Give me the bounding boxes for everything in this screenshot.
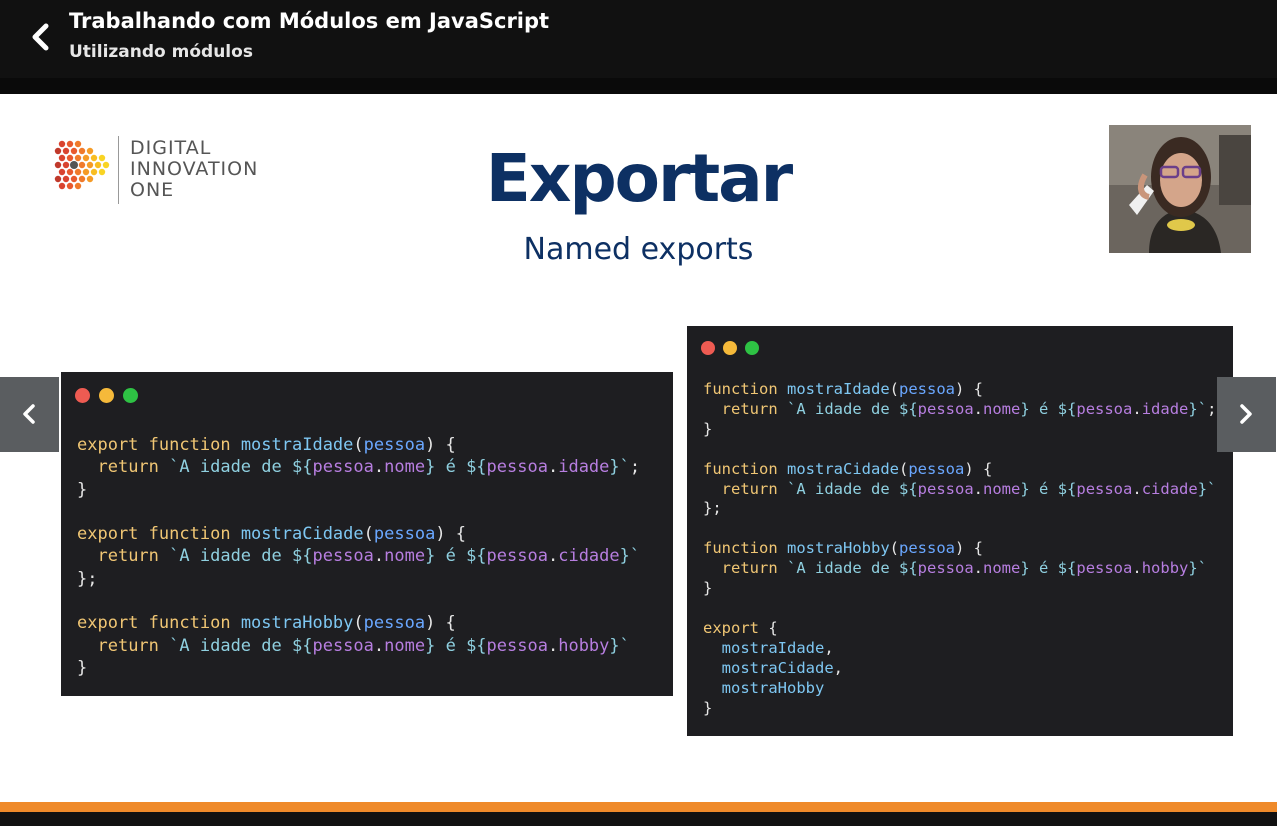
chevron-right-icon [1240, 404, 1252, 424]
presenter-image [1109, 125, 1251, 253]
bottom-bar [0, 812, 1277, 826]
maximize-dot-icon [123, 388, 138, 403]
lesson-title: Trabalhando com Módulos em JavaScript [69, 9, 550, 33]
close-dot-icon [701, 341, 715, 355]
top-bar: Trabalhando com Módulos em JavaScript Ut… [0, 0, 1277, 78]
video-slide[interactable]: DIGITAL INNOVATION ONE Exportar Named ex… [0, 94, 1277, 802]
window-controls [75, 388, 147, 404]
code-block-left: export function mostraIdade(pessoa) { re… [77, 435, 641, 678]
close-dot-icon [75, 388, 90, 403]
next-button[interactable] [1217, 377, 1276, 452]
chevron-left-icon [23, 404, 35, 424]
minimize-dot-icon [723, 341, 737, 355]
previous-button[interactable] [0, 377, 59, 452]
window-controls [701, 340, 767, 356]
minimize-dot-icon [99, 388, 114, 403]
chevron-left-icon [32, 23, 49, 51]
progress-bar[interactable] [0, 802, 1277, 812]
back-button[interactable] [22, 18, 60, 56]
webcam-feed [1109, 125, 1251, 253]
code-block-right: function mostraIdade(pessoa) { return `A… [703, 380, 1217, 717]
code-window-right: function mostraIdade(pessoa) { return `A… [687, 326, 1233, 736]
lesson-subtitle: Utilizando módulos [69, 42, 253, 62]
maximize-dot-icon [745, 341, 759, 355]
slide-title: Exportar [485, 140, 793, 217]
code-window-left: export function mostraIdade(pessoa) { re… [61, 372, 673, 696]
video-top-border [0, 78, 1277, 94]
slide-subtitle: Named exports [523, 232, 754, 267]
